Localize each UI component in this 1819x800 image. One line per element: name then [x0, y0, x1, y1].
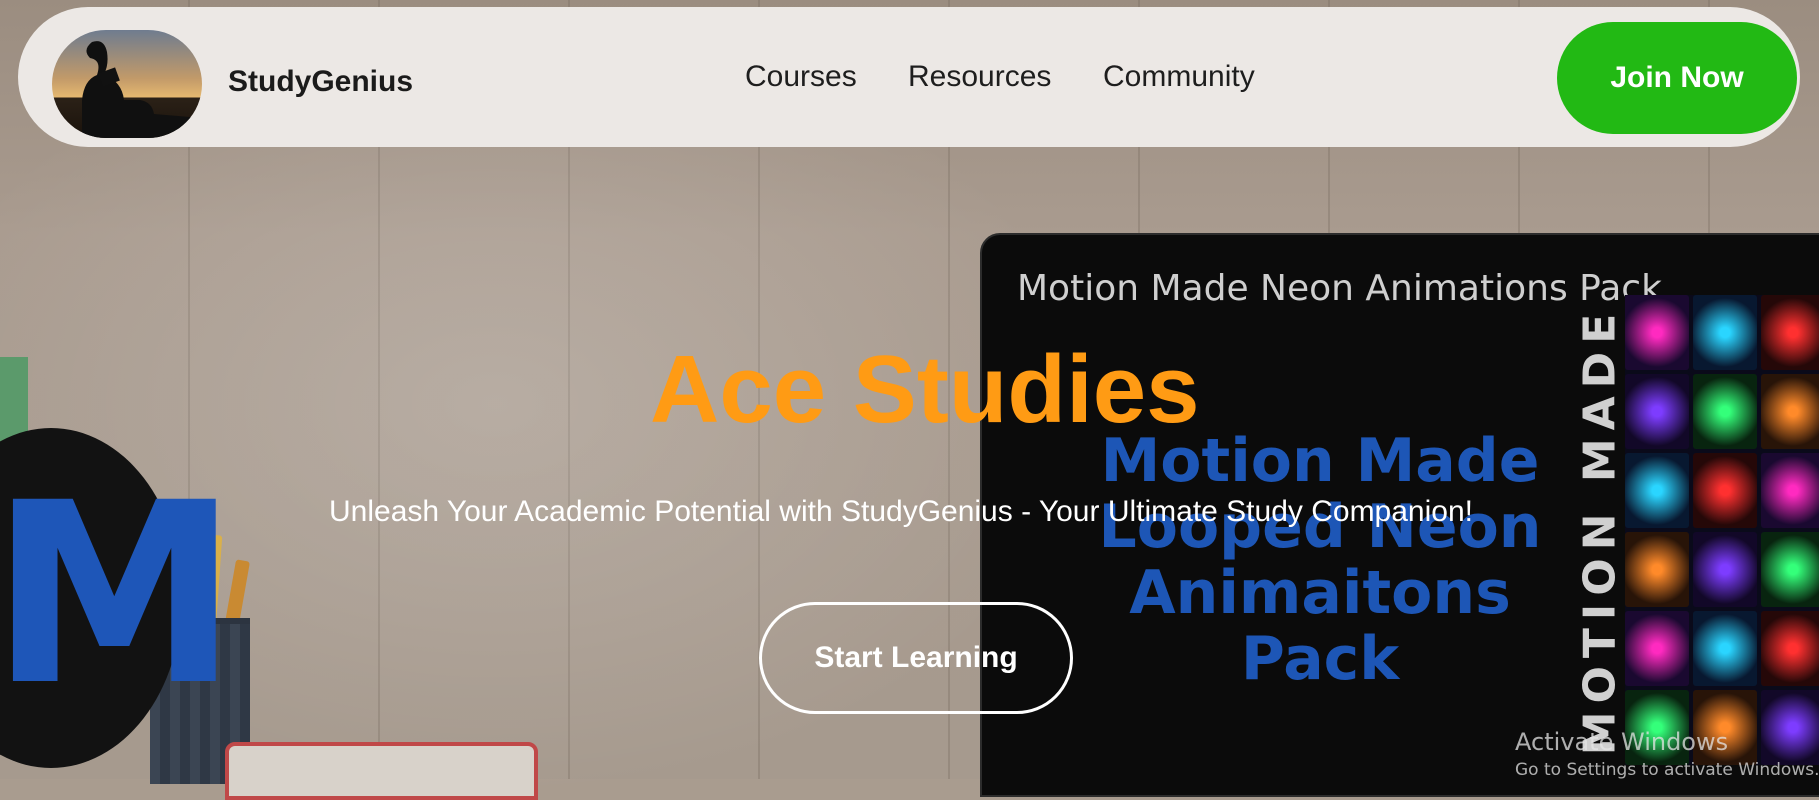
neon-tile [1761, 611, 1819, 686]
neon-tile [1761, 374, 1819, 449]
nav-link-community[interactable]: Community [1103, 60, 1255, 94]
neon-tile [1625, 374, 1689, 449]
neon-tile [1693, 611, 1757, 686]
start-learning-button[interactable]: Start Learning [759, 602, 1073, 714]
background-logo-letter: M [0, 449, 239, 740]
windows-activation-watermark: Activate Windows Go to Settings to activ… [1515, 728, 1819, 780]
video-neon-thumbnails [1625, 295, 1819, 765]
neon-tile [1693, 295, 1757, 370]
watermark-subtitle: Go to Settings to activate Windows. [1515, 760, 1819, 780]
neon-tile [1693, 532, 1757, 607]
neon-tile [1693, 453, 1757, 528]
hero-title: Ace Studies [650, 336, 1200, 443]
nav-link-resources[interactable]: Resources [908, 60, 1051, 94]
neon-tile [1693, 374, 1757, 449]
logo-image[interactable] [52, 30, 202, 138]
neon-tile [1761, 295, 1819, 370]
neon-tile [1625, 532, 1689, 607]
video-vertical-text: MOTION MADE [1574, 305, 1626, 755]
neon-tile [1625, 611, 1689, 686]
neon-tile [1625, 295, 1689, 370]
neon-tile [1761, 532, 1819, 607]
neon-tile [1761, 453, 1819, 528]
neon-tile [1625, 453, 1689, 528]
join-now-button[interactable]: Join Now [1557, 22, 1797, 134]
watermark-title: Activate Windows [1515, 728, 1729, 756]
video-headline: Motion Made Looped Neon Animaitons Pack [1098, 426, 1542, 694]
nav-link-courses[interactable]: Courses [745, 60, 857, 94]
brand-name[interactable]: StudyGenius [228, 65, 413, 99]
background-book [225, 742, 538, 800]
hero-subtitle: Unleash Your Academic Potential with Stu… [329, 495, 1473, 528]
